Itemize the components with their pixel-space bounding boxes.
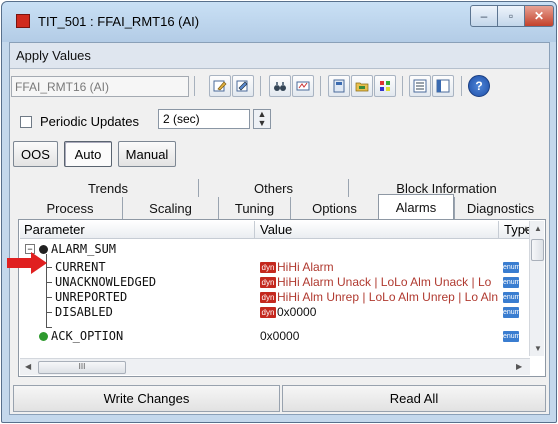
table-row[interactable]: UNACKNOWLEDGED dyn HiHi Alarm Unack | Lo… bbox=[20, 275, 530, 290]
app-icon bbox=[16, 14, 30, 28]
param-value[interactable]: HiHi Alarm bbox=[277, 260, 334, 274]
auto-button[interactable]: Auto bbox=[64, 141, 112, 167]
vertical-scroll-thumb[interactable] bbox=[531, 239, 544, 261]
read-all-button[interactable]: Read All bbox=[282, 385, 546, 412]
dyn-badge: dyn bbox=[260, 292, 276, 303]
enum-type-badge: enum bbox=[503, 292, 521, 303]
tab-options[interactable]: Options bbox=[290, 197, 378, 219]
write-changes-button[interactable]: Write Changes bbox=[13, 385, 280, 412]
toolbar: FFAI_RMT16 (AI) ? bbox=[10, 71, 549, 101]
periodic-updates-checkbox[interactable] bbox=[20, 116, 32, 128]
horizontal-scroll-thumb[interactable]: III bbox=[38, 361, 126, 374]
table-row[interactable]: CURRENT dyn HiHi Alarm enum bbox=[20, 260, 530, 275]
highlight-arrow-icon bbox=[7, 252, 47, 274]
param-name: ALARM_SUM bbox=[51, 242, 117, 256]
minimize-button[interactable]: – bbox=[470, 5, 498, 27]
param-name: UNREPORTED bbox=[55, 290, 128, 304]
oos-button[interactable]: OOS bbox=[13, 141, 58, 167]
help-icon[interactable]: ? bbox=[468, 75, 490, 97]
close-button[interactable]: ✕ bbox=[524, 5, 554, 27]
table-row[interactable]: − ALARM_SUM bbox=[20, 242, 530, 257]
horizontal-scrollbar[interactable]: ◀ III ▶ bbox=[20, 358, 530, 375]
enum-type-badge: enum bbox=[503, 331, 521, 342]
enum-type-badge: enum bbox=[503, 262, 521, 273]
toolbar-separator bbox=[194, 76, 195, 96]
table-row[interactable]: ACK_OPTION 0x0000 enum bbox=[20, 329, 530, 344]
scroll-right-icon[interactable]: ▶ bbox=[516, 362, 522, 371]
block-name-field[interactable]: FFAI_RMT16 (AI) bbox=[11, 76, 189, 97]
param-name: ACK_OPTION bbox=[51, 329, 124, 343]
status-dot-icon bbox=[39, 332, 48, 341]
param-value[interactable]: HiHi Alarm Unack | LoLo Alm Unack | Lo bbox=[277, 275, 501, 289]
param-name: DISABLED bbox=[55, 305, 113, 319]
parameter-window: TIT_501 : FFAI_RMT16 (AI) – ▫ ✕ Apply Va… bbox=[1, 1, 557, 423]
periodic-updates-label: Periodic Updates bbox=[40, 114, 139, 129]
tab-diagnostics[interactable]: Diagnostics bbox=[454, 197, 546, 219]
table-row[interactable]: UNREPORTED dyn HiHi Alm Unrep | LoLo Alm… bbox=[20, 290, 530, 305]
scroll-down-icon[interactable]: ▼ bbox=[534, 344, 542, 353]
window-title: TIT_501 : FFAI_RMT16 (AI) bbox=[38, 14, 200, 29]
tab-alarms[interactable]: Alarms bbox=[378, 194, 454, 220]
enum-type-badge: enum bbox=[503, 307, 521, 318]
param-name: CURRENT bbox=[55, 260, 106, 274]
dyn-badge: dyn bbox=[260, 277, 276, 288]
param-name: UNACKNOWLEDGED bbox=[55, 275, 157, 289]
scroll-up-icon[interactable]: ▲ bbox=[534, 224, 542, 233]
menu-bar: Apply Values bbox=[10, 43, 549, 69]
periodic-updates-row: Periodic Updates 2 (sec) ▲ ▼ bbox=[10, 105, 549, 133]
dyn-badge: dyn bbox=[260, 307, 276, 318]
tab-process[interactable]: Process bbox=[18, 197, 122, 219]
param-value[interactable]: 0x0000 bbox=[277, 305, 316, 319]
edit-icon[interactable] bbox=[209, 75, 231, 97]
tab-trends[interactable]: Trends bbox=[18, 179, 198, 197]
edit-alt-icon[interactable] bbox=[232, 75, 254, 97]
tab-row-top: Trends Others Block Information bbox=[18, 179, 546, 197]
manual-button[interactable]: Manual bbox=[118, 141, 176, 167]
column-value[interactable]: Value bbox=[260, 222, 292, 237]
tab-others[interactable]: Others bbox=[198, 179, 348, 197]
tab-scaling[interactable]: Scaling bbox=[122, 197, 218, 219]
enum-type-badge: enum bbox=[503, 277, 521, 288]
tab-tuning[interactable]: Tuning bbox=[218, 197, 290, 219]
binoculars-icon[interactable] bbox=[269, 75, 291, 97]
parameter-grid: Parameter Value Type ▲ − ALARM_SUM CURRE… bbox=[18, 219, 546, 377]
folder-icon[interactable] bbox=[351, 75, 373, 97]
vertical-scrollbar[interactable]: ▲ ▼ bbox=[529, 221, 544, 356]
list-view-icon[interactable] bbox=[409, 75, 431, 97]
maximize-button[interactable]: ▫ bbox=[497, 5, 525, 27]
title-bar[interactable]: TIT_501 : FFAI_RMT16 (AI) – ▫ ✕ bbox=[2, 2, 556, 42]
scroll-left-icon[interactable]: ◀ bbox=[25, 362, 31, 371]
interval-spinner[interactable]: ▲ ▼ bbox=[253, 109, 271, 129]
dyn-badge: dyn bbox=[260, 262, 276, 273]
tab-row-bottom: Process Scaling Tuning Options Alarms Di… bbox=[18, 194, 546, 220]
spin-down-icon[interactable]: ▼ bbox=[254, 119, 270, 128]
column-parameter[interactable]: Parameter bbox=[24, 222, 85, 237]
param-value[interactable]: HiHi Alm Unrep | LoLo Alm Unrep | Lo Aln bbox=[277, 290, 501, 304]
client-area: Apply Values FFAI_RMT16 (AI) ? Periodic … bbox=[9, 42, 550, 415]
faceplate-icon[interactable] bbox=[328, 75, 350, 97]
menu-apply-values[interactable]: Apply Values bbox=[16, 48, 91, 63]
update-interval-field[interactable]: 2 (sec) bbox=[158, 109, 250, 129]
table-view-icon[interactable] bbox=[432, 75, 454, 97]
param-value[interactable]: 0x0000 bbox=[260, 329, 299, 343]
table-row[interactable]: DISABLED dyn 0x0000 enum bbox=[20, 305, 530, 320]
flags-icon[interactable] bbox=[374, 75, 396, 97]
grid-header: Parameter Value Type ▲ bbox=[20, 221, 532, 239]
compare-icon[interactable] bbox=[292, 75, 314, 97]
